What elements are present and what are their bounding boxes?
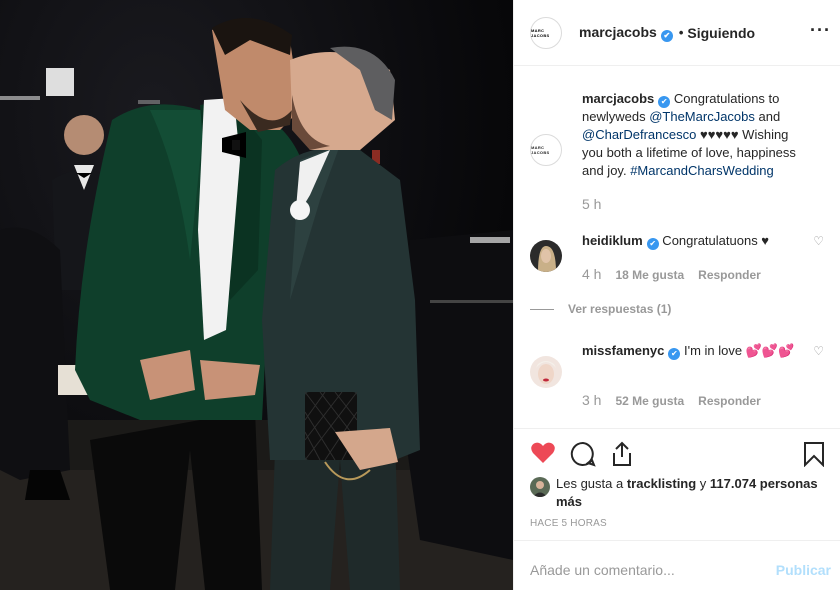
- mention-link[interactable]: @CharDefrancesco: [582, 127, 696, 142]
- comments-section: MARC JACOBS marcjacobs ✔ Congratulations …: [514, 66, 840, 428]
- more-icon[interactable]: ···: [810, 20, 831, 41]
- avatar-logo-text: MARC JACOBS: [531, 145, 550, 155]
- missfamenyc-avatar-image: [530, 356, 562, 388]
- post-header: MARC JACOBS marcjacobs ✔ • Siguiendo ···: [514, 0, 840, 66]
- comment-body: Congratulatuons ♥: [658, 233, 770, 248]
- comment-timestamp[interactable]: 3 h: [582, 392, 601, 408]
- likes-text: Les gusta a tracklisting y 117.074 perso…: [556, 475, 820, 511]
- caption-username[interactable]: marcjacobs: [582, 91, 654, 106]
- hashtag-link[interactable]: #MarcandCharsWedding: [630, 163, 774, 178]
- comment-input[interactable]: Añade un comentario...: [530, 562, 675, 578]
- comment-text: missfamenyc ✔ I'm in love 💕💕💕: [582, 342, 812, 360]
- add-comment-bar: Añade un comentario... Publicar: [514, 540, 840, 590]
- avatar[interactable]: [530, 477, 550, 497]
- comment-username[interactable]: heidiklum: [582, 233, 643, 248]
- follow-status-button[interactable]: Siguiendo: [687, 25, 755, 41]
- liker-username[interactable]: tracklisting: [627, 476, 696, 491]
- view-replies-label[interactable]: Ver respuestas (1): [568, 302, 671, 316]
- small-heart-icon[interactable]: ♡: [813, 344, 824, 358]
- comment-likes-count[interactable]: 52 Me gusta: [615, 394, 684, 408]
- replies-divider: [530, 309, 554, 311]
- header-username[interactable]: marcjacobs ✔: [579, 24, 673, 42]
- separator-dot: •: [678, 25, 684, 40]
- view-replies-button[interactable]: Ver respuestas (1): [530, 302, 671, 316]
- caption-text-part: and: [754, 109, 781, 124]
- verified-icon: ✔: [660, 29, 673, 42]
- reply-button[interactable]: Responder: [698, 268, 761, 282]
- post-timestamp[interactable]: HACE 5 HORAS: [530, 518, 607, 529]
- caption-text: marcjacobs ✔ Congratulations to newlyweds…: [582, 90, 812, 180]
- comment-body: I'm in love 💕💕💕: [680, 343, 795, 358]
- wedding-photo-illustration: [0, 18, 513, 590]
- comment-likes-count[interactable]: 18 Me gusta: [615, 268, 684, 282]
- reply-button[interactable]: Responder: [698, 394, 761, 408]
- action-icons: [530, 441, 825, 469]
- comment-meta: 4 h 18 Me gusta Responder: [582, 266, 761, 282]
- comment-text: heidiklum ✔ Congratulatuons ♥: [582, 232, 812, 250]
- likes-mid: y: [696, 476, 710, 491]
- likes-prefix: Les gusta a: [556, 476, 627, 491]
- verified-icon: ✔: [658, 96, 671, 108]
- avatar-logo-text: MARC JACOBS: [531, 27, 550, 38]
- verified-icon: ✔: [668, 348, 681, 360]
- verified-icon: ✔: [646, 238, 659, 250]
- comment-username[interactable]: missfamenyc: [582, 343, 664, 358]
- comment-meta: 3 h 52 Me gusta Responder: [582, 392, 761, 408]
- bookmark-icon[interactable]: [803, 441, 825, 470]
- post-actions: Les gusta a tracklisting y 117.074 perso…: [514, 428, 840, 540]
- small-heart-icon[interactable]: ♡: [813, 234, 824, 248]
- avatar[interactable]: [530, 240, 562, 272]
- comment-icon[interactable]: [570, 441, 596, 470]
- avatar[interactable]: MARC JACOBS: [530, 16, 562, 49]
- post-photo[interactable]: [0, 0, 513, 590]
- heart-icon[interactable]: [530, 441, 556, 468]
- post-side-panel: MARC JACOBS marcjacobs ✔ • Siguiendo ··· …: [513, 0, 840, 590]
- header-username-text[interactable]: marcjacobs: [579, 24, 657, 40]
- publish-button[interactable]: Publicar: [776, 562, 831, 578]
- comment-timestamp[interactable]: 4 h: [582, 266, 601, 282]
- avatar[interactable]: MARC JACOBS: [530, 134, 562, 166]
- mention-link[interactable]: @TheMarcJacobs: [649, 109, 755, 124]
- share-icon[interactable]: [610, 441, 634, 470]
- avatar[interactable]: [530, 356, 562, 388]
- heidiklum-avatar-image: [530, 240, 562, 272]
- caption-timestamp[interactable]: 5 h: [582, 196, 601, 212]
